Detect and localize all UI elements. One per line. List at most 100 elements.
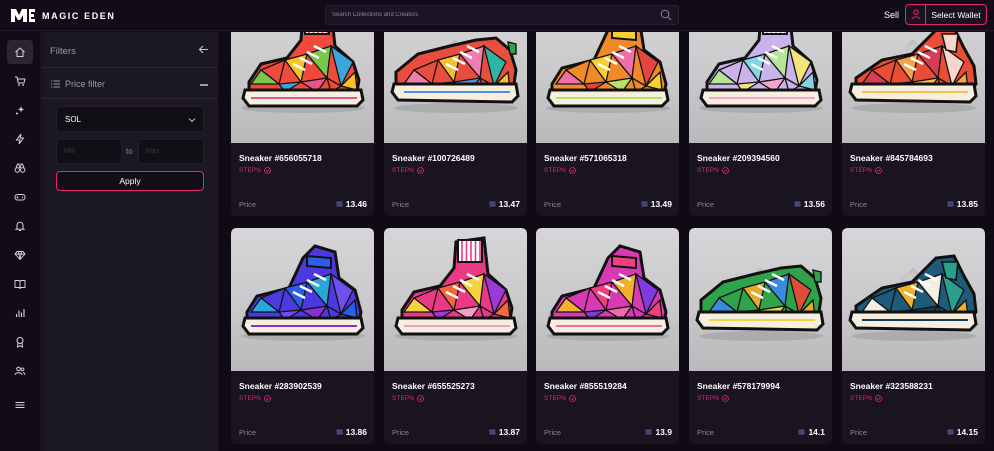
max-price-input[interactable] [139, 140, 203, 163]
nft-card[interactable]: Sneaker #845784693 STEPN Price 13.85 [842, 32, 985, 216]
verified-check-icon [264, 167, 271, 174]
nav-learn[interactable] [7, 272, 33, 296]
sol-icon [335, 201, 343, 207]
collection-link[interactable]: STEPN [544, 395, 576, 402]
nft-image[interactable] [536, 32, 679, 143]
nft-image[interactable] [384, 228, 527, 371]
search-icon[interactable] [660, 9, 672, 21]
search-bar[interactable] [325, 5, 679, 25]
nft-image[interactable] [536, 228, 679, 371]
price-value: 13.9 [645, 427, 672, 437]
nav-home[interactable] [7, 40, 33, 64]
nav-community[interactable] [7, 359, 33, 383]
sol-icon [488, 201, 496, 207]
wallet-profile-icon [906, 5, 926, 24]
collection-link[interactable]: STEPN [239, 395, 271, 402]
nav-rewards[interactable] [7, 243, 33, 267]
nft-card[interactable]: Sneaker #100726489 STEPN Price 13.47 [384, 32, 527, 216]
collection-link[interactable]: STEPN [850, 395, 882, 402]
nft-name: Sneaker #209394560 [697, 153, 780, 163]
nft-image[interactable] [689, 228, 832, 371]
nav-awards[interactable] [7, 330, 33, 354]
select-wallet-button[interactable]: Select Wallet [905, 4, 987, 25]
nft-card[interactable]: Sneaker #283902539 STEPN Price 13.86 [231, 228, 374, 444]
currency-select[interactable]: SOL [56, 106, 204, 132]
collection-name: STEPN [239, 395, 261, 402]
price-label: Price [697, 200, 715, 209]
sol-icon [798, 429, 806, 435]
sneaker-artwork [689, 264, 832, 371]
price-amount: 13.86 [345, 427, 367, 437]
price-value: 13.86 [335, 427, 367, 437]
sell-link[interactable]: Sell [884, 10, 899, 20]
nav-more[interactable] [7, 393, 33, 417]
nav-stats[interactable] [7, 301, 33, 325]
nav-cart[interactable] [7, 69, 33, 93]
sneaker-artwork [536, 244, 679, 371]
collection-link[interactable]: STEPN [392, 395, 424, 402]
collection-link[interactable]: STEPN [697, 395, 729, 402]
nav-spotlight[interactable] [7, 98, 33, 122]
nft-card[interactable]: Sneaker #655525273 STEPN Price 13.87 [384, 228, 527, 444]
nft-name: Sneaker #571065318 [544, 153, 627, 163]
sneaker-artwork [384, 36, 527, 143]
price-label: Price [239, 200, 257, 209]
currency-value: SOL [65, 115, 82, 124]
lightning-icon [15, 133, 25, 145]
nft-image[interactable] [842, 228, 985, 371]
collection-name: STEPN [392, 167, 414, 174]
search-input[interactable] [326, 6, 656, 24]
sneaker-artwork [689, 32, 832, 143]
nft-image[interactable] [842, 32, 985, 143]
nft-card[interactable]: Sneaker #209394560 STEPN Price 13.56 [689, 32, 832, 216]
verified-check-icon [875, 167, 882, 174]
nft-card[interactable]: Sneaker #578179994 STEPN Price 14.1 [689, 228, 832, 444]
collapse-minus-icon[interactable] [200, 84, 208, 86]
nav-launchpad[interactable] [7, 127, 33, 151]
min-price-field[interactable] [56, 139, 122, 164]
nav-games[interactable] [7, 185, 33, 209]
nft-image[interactable] [689, 32, 832, 143]
nft-card[interactable]: Sneaker #656055718 STEPN Price 13.46 [231, 32, 374, 216]
sneaker-artwork [231, 244, 374, 371]
list-icon [51, 80, 60, 88]
price-label: Price [239, 428, 257, 437]
collection-link[interactable]: STEPN [850, 167, 882, 174]
nft-card[interactable]: Sneaker #571065318 STEPN Price 13.49 [536, 32, 679, 216]
nft-name: Sneaker #578179994 [697, 381, 780, 391]
price-amount: 13.46 [345, 199, 367, 209]
nft-card[interactable]: Sneaker #323588231 STEPN Price 14.15 [842, 228, 985, 444]
arrow-left-icon[interactable] [198, 44, 209, 55]
price-value: 13.49 [640, 199, 672, 209]
verified-check-icon [264, 395, 271, 402]
sneaker-artwork [536, 32, 679, 143]
price-amount: 13.49 [650, 199, 672, 209]
nav-notifications[interactable] [7, 214, 33, 238]
nft-name: Sneaker #845784693 [850, 153, 933, 163]
price-filter-header[interactable]: Price filter [42, 69, 218, 99]
price-label: Price [544, 428, 562, 437]
top-bar: MAGIC EDEN Sell Select Wallet [0, 0, 994, 31]
apply-button[interactable]: Apply [56, 171, 204, 191]
logo[interactable]: MAGIC EDEN [10, 7, 116, 24]
nft-image[interactable] [231, 228, 374, 371]
collection-link[interactable]: STEPN [239, 167, 271, 174]
collection-name: STEPN [697, 395, 719, 402]
bar-chart-icon [15, 309, 25, 317]
collection-link[interactable]: STEPN [392, 167, 424, 174]
price-value: 13.46 [335, 199, 367, 209]
min-price-input[interactable] [57, 140, 121, 163]
collection-link[interactable]: STEPN [697, 167, 729, 174]
nft-image[interactable] [384, 32, 527, 143]
sol-icon [640, 201, 648, 207]
max-price-field[interactable] [138, 139, 204, 164]
magic-eden-logo-icon [11, 9, 35, 22]
nft-name: Sneaker #656055718 [239, 153, 322, 163]
collection-name: STEPN [697, 167, 719, 174]
price-label: Price [697, 428, 715, 437]
nav-explore[interactable] [7, 156, 33, 180]
collection-link[interactable]: STEPN [544, 167, 576, 174]
award-icon [16, 337, 24, 348]
nft-card[interactable]: Sneaker #855519284 STEPN Price 13.9 [536, 228, 679, 444]
nft-image[interactable] [231, 32, 374, 143]
